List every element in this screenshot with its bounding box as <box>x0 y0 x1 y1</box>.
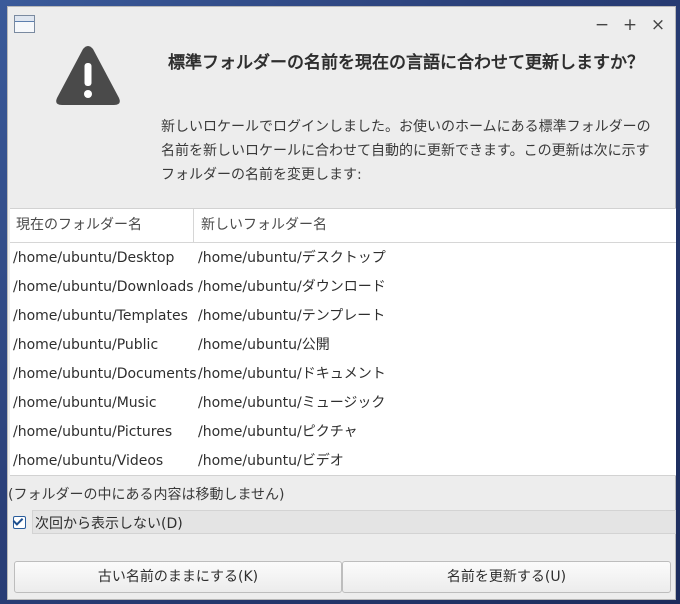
new-folder-cell: /home/ubuntu/ダウンロード <box>198 279 386 295</box>
new-folder-cell: /home/ubuntu/ドキュメント <box>198 366 386 382</box>
current-folder-cell: /home/ubuntu/Downloads <box>13 279 194 295</box>
checkmark-icon <box>12 515 24 526</box>
dont-show-again-checkbox[interactable] <box>12 515 26 529</box>
title-bar[interactable]: − + × <box>8 7 675 43</box>
table-row[interactable]: /home/ubuntu/Downloads /home/ubuntu/ダウンロ… <box>10 273 676 302</box>
current-folder-cell: /home/ubuntu/Music <box>13 395 157 411</box>
warning-icon <box>56 46 120 105</box>
new-folder-cell: /home/ubuntu/テンプレート <box>198 308 386 324</box>
new-folder-cell: /home/ubuntu/ミュージック <box>198 395 386 411</box>
current-folder-cell: /home/ubuntu/Templates <box>13 308 188 324</box>
folder-table: 現在のフォルダー名 新しいフォルダー名 /home/ubuntu/Desktop… <box>10 208 676 476</box>
dialog-message: 新しいロケールでログインしました。お使いのホームにある標準フォルダーの名前を新し… <box>161 119 651 183</box>
table-row[interactable]: /home/ubuntu/Documents /home/ubuntu/ドキュメ… <box>10 360 676 389</box>
move-note: (フォルダーの中にある内容は移動しません) <box>8 487 285 503</box>
table-header: 現在のフォルダー名 新しいフォルダー名 <box>10 209 676 243</box>
update-names-button[interactable]: 名前を更新する(U) <box>342 561 671 593</box>
close-button[interactable]: × <box>649 16 667 34</box>
table-row[interactable]: /home/ubuntu/Desktop /home/ubuntu/デスクトップ <box>10 244 676 273</box>
new-folder-cell: /home/ubuntu/デスクトップ <box>198 250 386 266</box>
new-folder-cell: /home/ubuntu/公開 <box>198 337 330 353</box>
column-divider <box>193 209 194 242</box>
table-body: /home/ubuntu/Desktop /home/ubuntu/デスクトップ… <box>10 244 676 476</box>
table-row[interactable]: /home/ubuntu/Public /home/ubuntu/公開 <box>10 331 676 360</box>
maximize-button[interactable]: + <box>621 16 639 34</box>
dialog-heading: 標準フォルダーの名前を現在の言語に合わせて更新しますか？ <box>168 53 644 73</box>
table-row[interactable]: /home/ubuntu/Pictures /home/ubuntu/ピクチャ <box>10 418 676 447</box>
column-header-new[interactable]: 新しいフォルダー名 <box>201 209 327 242</box>
dialog-window: − + × 標準フォルダーの名前を現在の言語に合わせて更新しますか？ 新しいロケ… <box>7 6 676 600</box>
new-folder-cell: /home/ubuntu/ビデオ <box>198 453 344 469</box>
table-row[interactable]: /home/ubuntu/Templates /home/ubuntu/テンプレ… <box>10 302 676 331</box>
new-folder-cell: /home/ubuntu/ピクチャ <box>198 424 358 440</box>
current-folder-cell: /home/ubuntu/Pictures <box>13 424 173 440</box>
current-folder-cell: /home/ubuntu/Videos <box>13 453 164 469</box>
current-folder-cell: /home/ubuntu/Documents <box>13 366 197 382</box>
dont-show-again-label[interactable]: 次回から表示しない(D) <box>35 513 183 533</box>
table-row[interactable]: /home/ubuntu/Music /home/ubuntu/ミュージック <box>10 389 676 418</box>
column-header-current[interactable]: 現在のフォルダー名 <box>16 209 142 242</box>
minimize-button[interactable]: − <box>593 16 611 34</box>
current-folder-cell: /home/ubuntu/Desktop <box>13 250 175 266</box>
current-folder-cell: /home/ubuntu/Public <box>13 337 159 353</box>
table-row[interactable]: /home/ubuntu/Videos /home/ubuntu/ビデオ <box>10 447 676 476</box>
keep-old-names-button[interactable]: 古い名前のままにする(K) <box>14 561 342 593</box>
window-icon <box>14 15 35 33</box>
